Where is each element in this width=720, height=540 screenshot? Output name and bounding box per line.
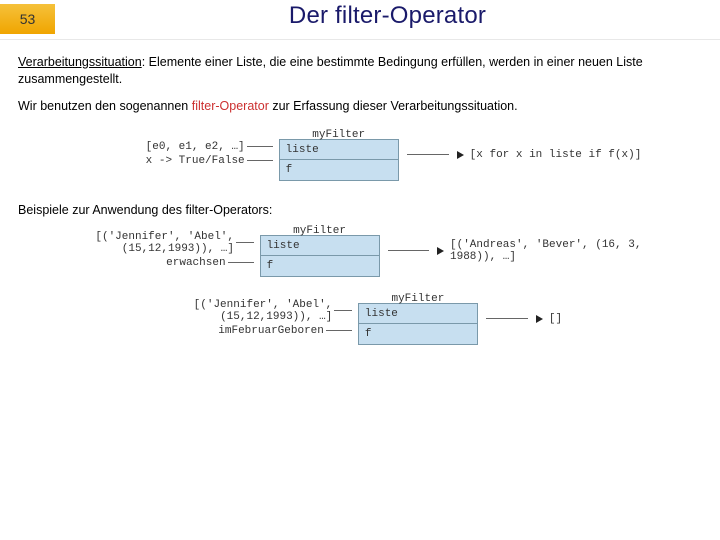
arrow-line-icon: [388, 250, 429, 251]
diagram-inputs: [e0, e1, e2, …] x -> True/False: [79, 141, 279, 169]
paragraph-1: Verarbeitungssituation: Elemente einer L…: [18, 54, 702, 88]
diagram-inputs: [('Jennifer', 'Abel', (15,12,1993)), …] …: [60, 231, 260, 271]
diagram-output: []: [484, 313, 562, 325]
input-liste-value: [('Jennifer', 'Abel', (15,12,1993)), …]: [60, 231, 234, 255]
paragraph-2: Wir benutzen den sogenannen filter-Opera…: [18, 98, 702, 115]
slide-header: 53 Der filter-Operator: [0, 0, 720, 40]
port-f: f: [359, 324, 477, 344]
port-liste: liste: [261, 236, 379, 256]
diagram-inputs: [('Jennifer', 'Abel', (15,12,1993)), …] …: [158, 299, 358, 339]
filter-box: liste f: [358, 303, 478, 345]
para2-pre: Wir benutzen den sogenannen: [18, 99, 192, 113]
diagram-row: [('Jennifer', 'Abel', (15,12,1993)), …] …: [60, 225, 660, 277]
triangle-right-icon: [437, 247, 444, 255]
slide-content: Verarbeitungssituation: Elemente einer L…: [0, 46, 720, 345]
arrow-line-icon: [228, 262, 254, 263]
arrow-line-icon: [247, 146, 273, 147]
page-number-box: 53: [0, 4, 55, 34]
diagram-row: [('Jennifer', 'Abel', (15,12,1993)), …] …: [60, 293, 660, 345]
arrow-line-icon: [247, 160, 273, 161]
box-title: myFilter: [279, 129, 399, 141]
arrow-line-icon: [486, 318, 528, 319]
output-value: [('Andreas', 'Bever', (16, 3, 1988)), …]: [450, 239, 660, 263]
diagram-example-2: [('Jennifer', 'Abel', (15,12,1993)), …] …: [60, 293, 660, 345]
para1-lead: Verarbeitungssituation: [18, 55, 142, 69]
triangle-right-icon: [536, 315, 543, 323]
filter-box: liste f: [279, 139, 399, 181]
arrow-line-icon: [407, 154, 449, 155]
para2-operator: filter-Operator: [192, 99, 269, 113]
diagram-row: [e0, e1, e2, …] x -> True/False myFilter…: [60, 129, 660, 181]
arrow-line-icon: [236, 242, 254, 243]
output-value: []: [549, 313, 562, 325]
port-liste: liste: [280, 140, 398, 160]
input-f-value: imFebruarGeboren: [218, 325, 324, 337]
triangle-right-icon: [457, 151, 464, 159]
diagram-output: [('Andreas', 'Bever', (16, 3, 1988)), …]: [386, 239, 660, 263]
box-title: myFilter: [358, 293, 478, 305]
diagram-generic: [e0, e1, e2, …] x -> True/False myFilter…: [60, 129, 660, 181]
examples-heading: Beispiele zur Anwendung des filter-Opera…: [18, 203, 702, 217]
input-liste-value: [e0, e1, e2, …]: [146, 141, 245, 153]
arrow-line-icon: [326, 330, 352, 331]
input-liste-value: [('Jennifer', 'Abel', (15,12,1993)), …]: [158, 299, 332, 323]
input-f-value: erwachsen: [166, 257, 225, 269]
output-value: [x for x in liste if f(x)]: [470, 149, 642, 161]
input-f-value: x -> True/False: [146, 155, 245, 167]
diagram-example-1: [('Jennifer', 'Abel', (15,12,1993)), …] …: [60, 225, 660, 277]
port-f: f: [280, 160, 398, 180]
port-f: f: [261, 256, 379, 276]
filter-box: liste f: [260, 235, 380, 277]
port-liste: liste: [359, 304, 477, 324]
page-number: 53: [20, 11, 36, 27]
para2-post: zur Erfassung dieser Verarbeitungssituat…: [269, 99, 518, 113]
slide-title: Der filter-Operator: [55, 0, 720, 30]
arrow-line-icon: [334, 310, 352, 311]
box-title: myFilter: [260, 225, 380, 237]
diagram-output: [x for x in liste if f(x)]: [405, 149, 642, 161]
